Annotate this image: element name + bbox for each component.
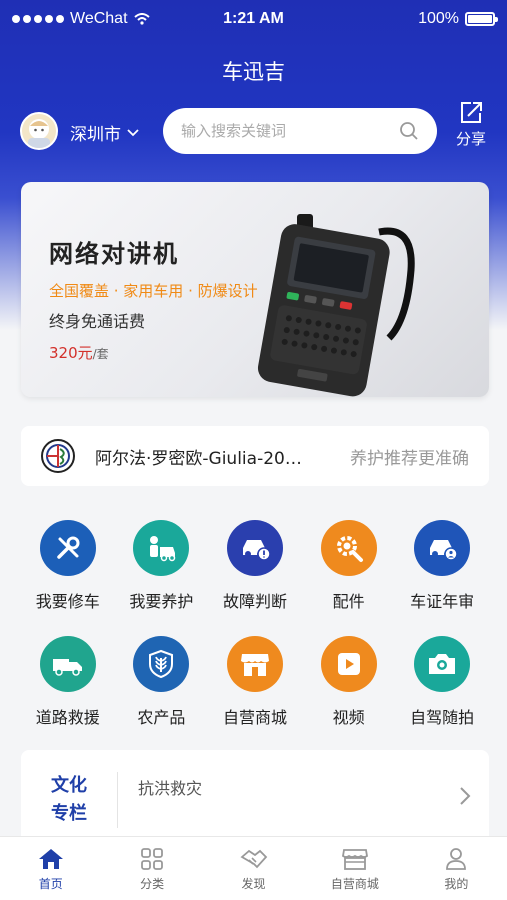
user-icon <box>446 848 467 870</box>
battery-percent: 100% <box>418 10 459 27</box>
search-icon[interactable] <box>399 121 419 141</box>
bottom-tab-bar: 首页 分类 发现 自营商城 我的 <box>0 836 507 900</box>
maintenance-tip: 养护推荐更准确 <box>350 448 469 469</box>
share-label: 分享 <box>455 130 486 148</box>
banner-price: 320元/套 <box>49 342 109 363</box>
divider <box>117 772 118 828</box>
avatar[interactable] <box>20 112 58 150</box>
banner-title: 网络对讲机 <box>49 240 179 268</box>
walkie-talkie-image <box>257 214 415 397</box>
home-icon <box>38 849 63 869</box>
car-fault-icon <box>226 520 283 576</box>
service-label: 配件 <box>332 592 365 611</box>
car-brand-logo-icon <box>41 439 75 473</box>
promo-banner[interactable]: 网络对讲机 全国覆盖 · 家用车用 · 防爆设计 终身免通话费 320元/套 <box>21 182 489 397</box>
service-label: 自驾随拍 <box>410 708 475 727</box>
search-input[interactable] <box>181 122 399 140</box>
service-parts[interactable]: 配件 <box>302 512 396 628</box>
search-bar[interactable] <box>163 108 437 154</box>
tab-label: 分类 <box>140 877 165 891</box>
car-model-name: 阿尔法·罗密欧-Giulia-20… <box>95 448 302 469</box>
store-icon <box>226 636 283 692</box>
price-value: 320元 <box>49 344 93 362</box>
page-title: 车迅吉 <box>222 60 285 84</box>
tab-label: 我的 <box>444 877 469 891</box>
culture-article-title[interactable]: 抗洪救灾 <box>138 775 202 799</box>
service-label: 我要修车 <box>35 592 100 611</box>
wrench-screwdriver-icon <box>39 520 96 576</box>
tab-shop[interactable]: 自营商城 <box>304 837 405 900</box>
service-label: 视频 <box>332 708 365 727</box>
chevron-right-icon[interactable] <box>459 786 471 806</box>
share-button[interactable]: 分享 <box>451 100 491 149</box>
tab-profile[interactable]: 我的 <box>406 837 507 900</box>
tow-truck-icon <box>39 636 96 692</box>
car-maintenance-icon <box>133 520 190 576</box>
service-video[interactable]: 视频 <box>302 628 396 744</box>
tab-discover[interactable]: 发现 <box>203 837 304 900</box>
share-icon <box>461 102 482 123</box>
service-grid: 我要修车 我要养护 故障判断 配件 车证年审 道路救援 农产品 自营商城 视频 … <box>21 512 489 744</box>
play-icon <box>320 636 377 692</box>
wheat-shield-icon <box>133 636 190 692</box>
banner-subtitle: 终身免通话费 <box>49 312 146 331</box>
shop-icon <box>341 849 368 870</box>
tab-label: 发现 <box>241 877 266 891</box>
car-certificate-icon <box>414 520 471 576</box>
service-repair[interactable]: 我要修车 <box>21 512 115 628</box>
service-row-2: 道路救援 农产品 自营商城 视频 自驾随拍 <box>21 628 489 744</box>
status-bar: WeChat 1:21 AM 100% <box>0 0 507 38</box>
service-fault[interactable]: 故障判断 <box>208 512 302 628</box>
service-store[interactable]: 自营商城 <box>208 628 302 744</box>
battery-info: 100% <box>418 10 498 28</box>
service-label: 车证年审 <box>410 592 475 611</box>
tab-label: 首页 <box>38 877 63 891</box>
gear-wrench-icon <box>320 520 377 576</box>
service-label: 农产品 <box>137 708 186 727</box>
culture-column[interactable]: 文化 专栏 抗洪救灾 <box>21 750 489 850</box>
service-row-1: 我要修车 我要养护 故障判断 配件 车证年审 <box>21 512 489 628</box>
service-label: 我要养护 <box>129 592 194 611</box>
service-rescue[interactable]: 道路救援 <box>21 628 115 744</box>
service-agriculture[interactable]: 农产品 <box>115 628 209 744</box>
service-photo[interactable]: 自驾随拍 <box>395 628 489 744</box>
service-label: 道路救援 <box>35 708 100 727</box>
service-inspection[interactable]: 车证年审 <box>395 512 489 628</box>
tab-label: 自营商城 <box>330 877 379 891</box>
banner-features: 全国覆盖 · 家用车用 · 防爆设计 <box>49 282 258 300</box>
grid-icon <box>141 848 164 870</box>
city-selector[interactable]: 深圳市 <box>70 120 139 145</box>
camera-icon <box>414 636 471 692</box>
handshake-icon <box>239 849 267 869</box>
culture-label-line2: 专栏 <box>51 803 87 824</box>
top-bar: 深圳市 分享 <box>0 102 507 156</box>
tab-category[interactable]: 分类 <box>101 837 202 900</box>
city-name: 深圳市 <box>70 125 121 145</box>
chevron-down-icon <box>127 128 139 136</box>
battery-level <box>468 15 492 23</box>
battery-icon <box>465 12 498 26</box>
culture-label: 文化 专栏 <box>47 772 91 828</box>
service-label: 故障判断 <box>222 592 287 611</box>
culture-label-line1: 文化 <box>51 775 87 796</box>
service-label: 自营商城 <box>222 708 287 727</box>
tab-home[interactable]: 首页 <box>0 837 101 900</box>
avatar-icon <box>28 119 50 148</box>
service-maintenance[interactable]: 我要养护 <box>115 512 209 628</box>
my-car-card[interactable]: 阿尔法·罗密欧-Giulia-20… 养护推荐更准确 <box>21 426 489 486</box>
price-unit: /套 <box>92 347 109 361</box>
